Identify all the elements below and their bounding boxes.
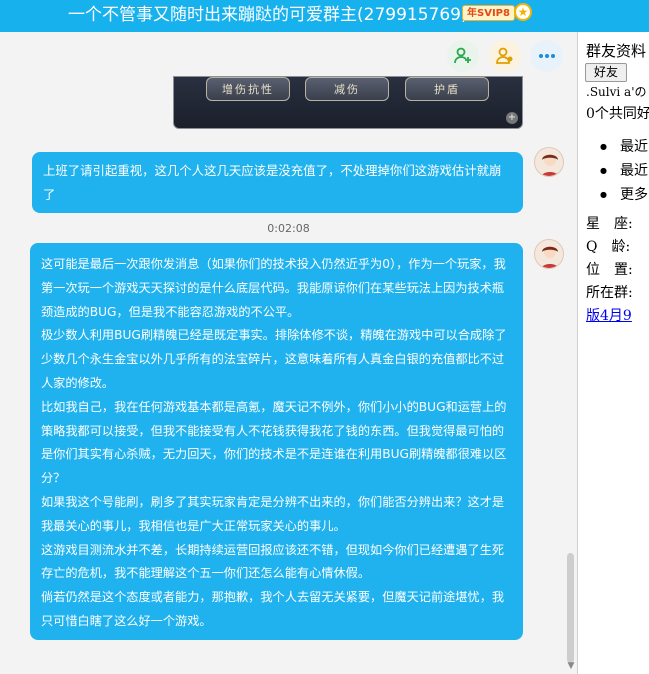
message-paragraph: 比如我自己，我在任何游戏基本都是高氪，魔天记不例外，你们小小的BUG和运营上的策… (41, 399, 507, 486)
message-bubble[interactable]: 上班了请引起重视，这几个人这几天应该是没充值了，不处理掉你们这游戏估计就崩了 (32, 152, 523, 213)
info-qq-age: Q 龄: (586, 239, 631, 255)
group-user-icon (496, 47, 513, 64)
message-paragraph: 倘若仍然是这个态度或者能力，那抱歉，我个人去留无关紧要，但魔天记前途堪忧，我只可… (41, 590, 505, 628)
add-friend-button[interactable]: 好友 (585, 63, 627, 82)
chat-scrollbar[interactable]: ▼ (565, 77, 577, 674)
add-user-icon (454, 47, 471, 64)
recent-list: 最近 最近 更多 (600, 135, 648, 207)
panel-title: 群友资料 (586, 42, 647, 60)
list-item[interactable]: 最近 (600, 135, 648, 159)
info-link[interactable]: 版4月9 (586, 308, 632, 324)
message-paragraph: 这游戏目测流水并不差，长期持续运营回报应该还不错，但现如今你们已经遭遇了生死存亡… (41, 542, 505, 581)
scroll-down-icon[interactable]: ▼ (565, 661, 577, 671)
message-bubble[interactable]: 这可能是最后一次跟你发消息（如果你们的技术投入仍然近乎为0），作为一个玩家，我第… (30, 243, 523, 640)
scrollbar-thumb[interactable] (567, 553, 574, 663)
vip-star-icon: ★ (514, 3, 532, 21)
more-button[interactable] (531, 40, 563, 72)
avatar-image (541, 154, 559, 176)
member-info-panel: 群友资料 好友 .Sulvi a'の 0个共同好 最近 最近 更多 星 座: Q… (577, 32, 649, 674)
vip-badge: 年SVIP8 (462, 5, 515, 21)
message-paragraph: 极少数人利用BUG刷精魄已经是既定事实。排除体修不谈，精魄在游戏中可以合成除了少… (41, 328, 507, 390)
avatar[interactable] (534, 239, 564, 269)
avatar[interactable] (534, 147, 564, 177)
game-button: 护盾 (405, 77, 489, 101)
game-button: 增伤抗性 (206, 77, 290, 101)
info-constellation: 星 座: (586, 216, 633, 232)
game-screenshot-image[interactable]: 增伤抗性 减伤 护盾 + (173, 76, 523, 129)
info-group: 所在群: (586, 285, 633, 301)
list-item[interactable]: 更多 (600, 183, 648, 207)
zoom-plus-icon: + (506, 112, 518, 124)
chat-area: 增伤抗性 减伤 护盾 + 上班了请引起重视，这几个人这几天应该是没充值了，不处理… (0, 32, 577, 674)
title-bar: 一个不管事又随时出来蹦跶的可爱群主(279915769) 年SVIP8 ★ (0, 0, 649, 32)
common-friends-count: 0个共同好 (586, 106, 649, 122)
game-button: 减伤 (305, 77, 389, 101)
avatar-image (541, 246, 559, 268)
more-icon (539, 54, 555, 58)
member-name: .Sulvi a'の (586, 85, 647, 99)
window-title: 一个不管事又随时出来蹦跶的可爱群主(279915769) (68, 5, 468, 25)
message-text: 上班了请引起重视，这几个人这几天应该是没充值了，不处理掉你们这游戏估计就崩了 (43, 163, 502, 202)
message-paragraph: 这可能是最后一次跟你发消息（如果你们的技术投入仍然近乎为0），作为一个玩家，我第… (41, 257, 506, 319)
list-item[interactable]: 最近 (600, 159, 648, 183)
message-timestamp: 0:02:08 (267, 222, 310, 235)
info-location: 位 置: (586, 262, 633, 278)
member-info: 星 座: Q 龄: 位 置: 所在群: 版4月9 (586, 213, 633, 328)
message-paragraph: 如果我这个号能刷，刷多了其实玩家肯定是分辨不出来的，你们能否分辨出来？这才是我最… (41, 494, 505, 533)
add-member-button[interactable] (447, 40, 479, 72)
group-members-button[interactable] (489, 40, 521, 72)
